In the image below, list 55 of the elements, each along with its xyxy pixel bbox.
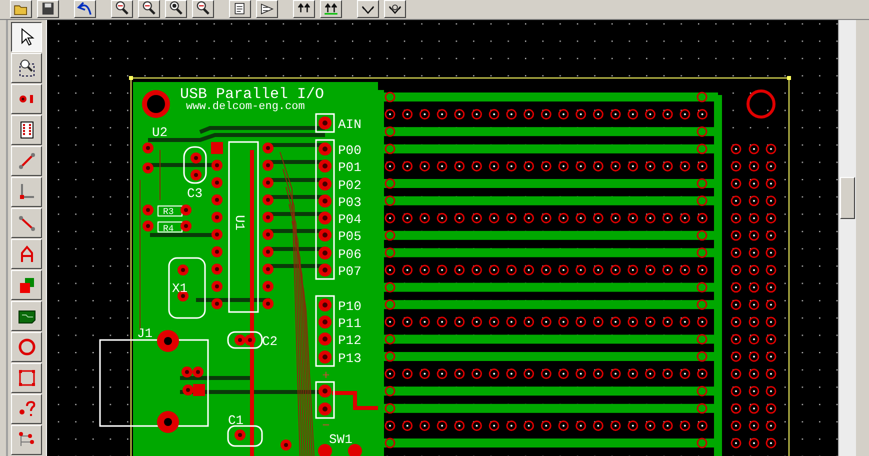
pin-label: P06	[338, 247, 362, 262]
magnifier-icon	[194, 1, 212, 17]
component-label: J1	[137, 326, 153, 341]
magnifier-icon	[140, 1, 158, 17]
pin-label: P11	[338, 316, 362, 331]
toolbar-button[interactable]	[384, 0, 406, 18]
circle-icon	[16, 337, 36, 357]
trace-icon	[16, 151, 36, 171]
tool-button[interactable]	[11, 22, 42, 52]
toolbar-button[interactable]	[229, 0, 251, 18]
component-label: U2	[152, 125, 168, 140]
scrollbar-thumb[interactable]	[840, 177, 855, 219]
toolbar-button[interactable]	[37, 0, 59, 18]
pin-label: P02	[338, 178, 362, 193]
arrows-icon	[322, 1, 340, 17]
schematic-icon	[258, 1, 276, 17]
component-label: U1	[232, 215, 247, 231]
pin-label: AIN	[338, 117, 362, 132]
line-icon	[16, 213, 36, 233]
component-label: X1	[172, 281, 188, 296]
query-icon	[16, 399, 36, 419]
toolbar-button[interactable]	[74, 0, 96, 18]
component-label: R4	[163, 224, 174, 234]
pin-label: P07	[338, 264, 362, 279]
component-label: C3	[187, 186, 203, 201]
polarity-mark: −	[322, 420, 330, 431]
toolbar-button[interactable]	[165, 0, 187, 18]
rectangle-icon	[16, 368, 36, 388]
component-label: SW1	[329, 432, 352, 447]
undo-icon	[76, 1, 94, 17]
toolbar-button[interactable]	[320, 0, 342, 18]
toolbar-button[interactable]	[357, 0, 379, 18]
board-url: www.delcom-eng.com	[186, 101, 305, 113]
pin-label: P10	[338, 299, 362, 314]
zoom-window-icon	[16, 58, 36, 78]
component-label: C2	[262, 334, 278, 349]
pin-label: P05	[338, 229, 362, 244]
component-label: R3	[163, 207, 174, 217]
pin-label: P01	[338, 160, 362, 175]
pin-label: P03	[338, 195, 362, 210]
toolbar-button[interactable]	[192, 0, 214, 18]
toolbar-button[interactable]	[10, 0, 32, 18]
magnifier-icon	[113, 1, 131, 17]
magnifier-icon	[167, 1, 185, 17]
pin-label: P13	[338, 351, 362, 366]
toolbar-button[interactable]	[111, 0, 133, 18]
component-label: C1	[228, 413, 244, 428]
toolbar-button[interactable]	[138, 0, 160, 18]
polarity-mark: +	[322, 370, 330, 381]
vertical-scrollbar[interactable]	[838, 20, 856, 456]
toolbar-button[interactable]	[256, 0, 278, 18]
pin-label: P12	[338, 333, 362, 348]
pin-label: P04	[338, 212, 362, 227]
pin-label: P00	[338, 143, 362, 158]
toolbar-button[interactable]	[293, 0, 315, 18]
